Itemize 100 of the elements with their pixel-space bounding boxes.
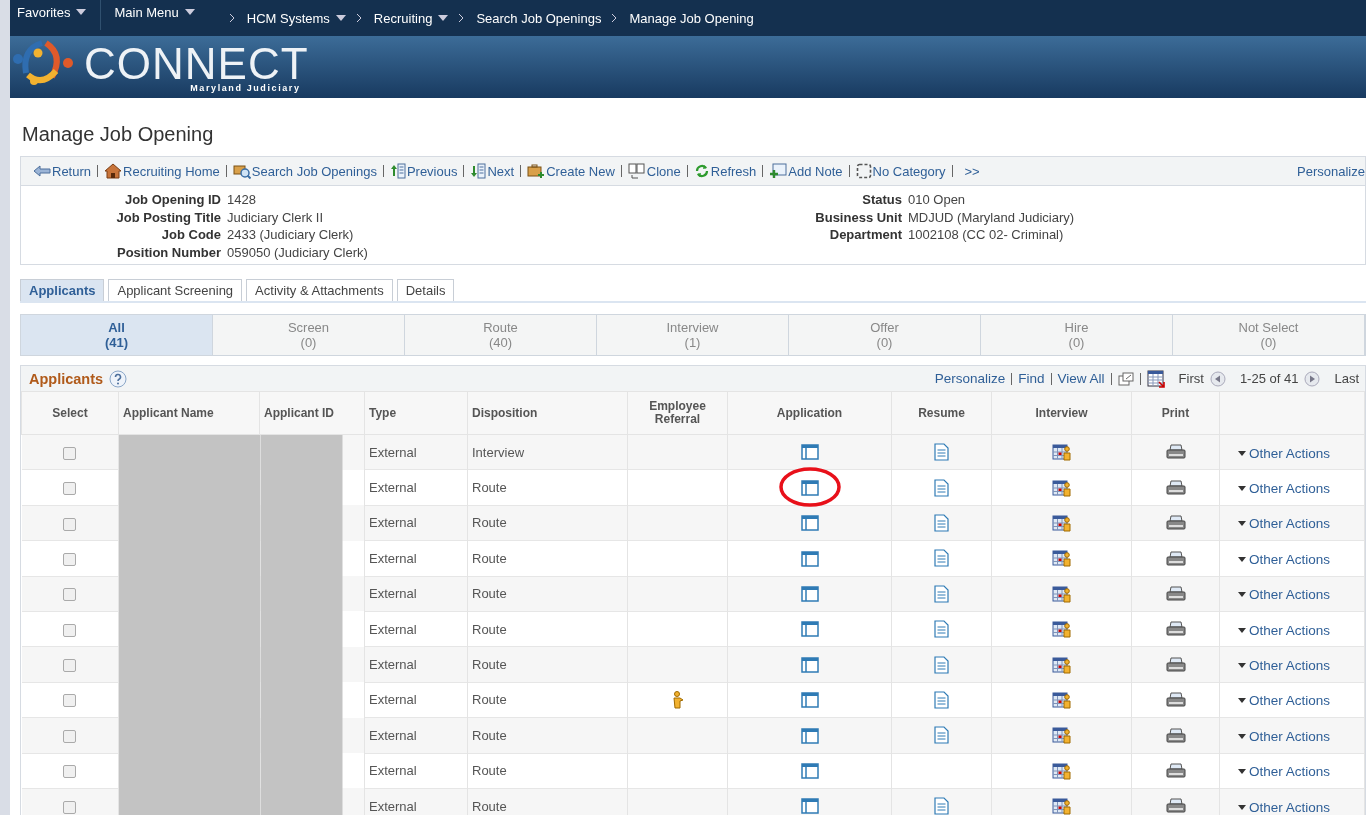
checkbox[interactable]	[63, 623, 77, 637]
printer-icon[interactable]	[1165, 727, 1186, 744]
toolbar-link[interactable]: Add Note	[769, 163, 843, 179]
tab[interactable]: Applicants	[20, 279, 105, 301]
application-window-icon[interactable]	[800, 763, 819, 779]
application-window-icon[interactable]	[800, 444, 819, 461]
application-window-icon[interactable]	[800, 621, 819, 638]
printer-icon[interactable]	[1165, 550, 1186, 567]
printer-icon[interactable]	[1165, 692, 1186, 709]
spreadsheet-download-icon[interactable]	[1146, 369, 1165, 388]
toolbar-link[interactable]: Clone	[627, 163, 681, 179]
checkbox[interactable]	[63, 729, 77, 743]
toolbar-link[interactable]: Create New	[527, 163, 615, 179]
checkbox[interactable]	[63, 694, 77, 708]
calendar-person-icon[interactable]	[1051, 690, 1072, 709]
toolbar-link[interactable]: Refresh	[693, 163, 757, 179]
calendar-person-icon[interactable]	[1051, 478, 1072, 497]
calendar-person-icon[interactable]	[1051, 761, 1072, 780]
document-icon[interactable]	[934, 584, 949, 603]
grid-link[interactable]: Personalize	[934, 371, 1006, 386]
application-window-icon[interactable]	[800, 550, 819, 567]
document-icon[interactable]	[934, 620, 949, 639]
house-icon	[104, 163, 123, 179]
calendar-person-icon[interactable]	[1051, 584, 1072, 603]
checkbox[interactable]	[63, 800, 77, 814]
toolbar-link[interactable]: Next	[470, 163, 515, 179]
next-page-icon[interactable]	[1304, 370, 1321, 387]
breadcrumb-menu[interactable]: Recruiting	[373, 10, 449, 26]
printer-icon[interactable]	[1165, 515, 1186, 532]
nav-menu[interactable]: Favorites	[10, 0, 102, 30]
stage-filter[interactable]: All (41)	[21, 315, 213, 355]
breadcrumb-link[interactable]: Search Job Openings	[476, 10, 602, 26]
printer-icon[interactable]	[1165, 763, 1186, 779]
help-icon	[109, 369, 128, 388]
document-icon[interactable]	[934, 549, 949, 568]
previous-page-icon[interactable]	[1209, 370, 1226, 387]
checkbox[interactable]	[63, 588, 77, 602]
nav-menu[interactable]: Main Menu	[107, 0, 225, 30]
tab[interactable]: Applicant Screening	[108, 279, 243, 301]
tab[interactable]: Activity & Attachments	[246, 279, 393, 301]
other-actions-menu[interactable]: Other Actions	[1238, 481, 1331, 497]
other-actions-menu[interactable]: Other Actions	[1238, 551, 1331, 567]
tab[interactable]: Details	[396, 279, 455, 301]
checkbox[interactable]	[63, 659, 77, 673]
application-window-icon[interactable]	[800, 586, 819, 603]
document-icon[interactable]	[934, 655, 949, 674]
document-icon[interactable]	[934, 478, 949, 497]
document-icon[interactable]	[934, 513, 949, 532]
stage-filter[interactable]: Screen (0)	[213, 315, 405, 355]
document-icon[interactable]	[934, 726, 949, 745]
checkbox[interactable]	[63, 765, 77, 779]
stage-filter[interactable]: Interview (1)	[597, 315, 789, 355]
checkbox[interactable]	[63, 482, 77, 496]
toolbar-link[interactable]: Search Job Openings	[232, 163, 377, 179]
breadcrumb-menu[interactable]: HCM Systems	[246, 10, 346, 26]
stage-filter[interactable]: Offer (0)	[789, 315, 981, 355]
application-window-icon[interactable]	[800, 656, 819, 673]
new-window-icon[interactable]	[1117, 371, 1134, 386]
toolbar-link[interactable]: >>	[964, 163, 980, 179]
person-pointing-icon[interactable]	[671, 690, 684, 709]
document-icon[interactable]	[934, 797, 949, 815]
document-icon[interactable]	[934, 690, 949, 709]
application-window-icon[interactable]	[800, 727, 819, 744]
other-actions-menu[interactable]: Other Actions	[1238, 764, 1331, 780]
stage-filter[interactable]: Not Select (0)	[1173, 315, 1365, 355]
grid-link[interactable]: Find	[1018, 371, 1045, 386]
toolbar-link[interactable]: No Category	[855, 163, 946, 179]
printer-icon[interactable]	[1165, 586, 1186, 603]
calendar-person-icon[interactable]	[1051, 726, 1072, 745]
application-window-icon[interactable]	[800, 515, 819, 532]
calendar-person-icon[interactable]	[1051, 797, 1072, 815]
calendar-person-icon[interactable]	[1051, 549, 1072, 568]
printer-icon[interactable]	[1165, 444, 1186, 461]
grid-link[interactable]: View All	[1057, 371, 1105, 386]
printer-icon[interactable]	[1165, 621, 1186, 638]
calendar-person-icon[interactable]	[1051, 620, 1072, 639]
application-window-icon[interactable]	[800, 692, 819, 709]
printer-icon[interactable]	[1165, 479, 1186, 496]
checkbox[interactable]	[63, 552, 77, 566]
other-actions-menu[interactable]: Other Actions	[1238, 622, 1331, 638]
application-window-icon[interactable]	[800, 479, 819, 496]
column-header: Employee Referral	[649, 399, 706, 426]
checkbox[interactable]	[63, 517, 77, 531]
breadcrumb-link[interactable]: Manage Job Opening	[629, 10, 754, 26]
calendar-person-icon[interactable]	[1051, 443, 1072, 462]
application-window-icon[interactable]	[800, 798, 819, 815]
toolbar-link[interactable]: Return	[33, 163, 92, 179]
stage-filter[interactable]: Route (40)	[405, 315, 597, 355]
toolbar-link[interactable]: Previous	[389, 163, 458, 179]
up-arrow-list-icon	[389, 163, 406, 179]
printer-icon[interactable]	[1165, 656, 1186, 673]
calendar-person-icon[interactable]	[1051, 513, 1072, 532]
stage-filter[interactable]: Hire (0)	[981, 315, 1173, 355]
printer-icon[interactable]	[1165, 798, 1186, 815]
other-actions-menu[interactable]: Other Actions	[1238, 693, 1331, 709]
calendar-person-icon[interactable]	[1051, 655, 1072, 674]
toolbar-link[interactable]: Recruiting Home	[104, 163, 220, 179]
document-icon[interactable]	[934, 443, 949, 462]
checkbox[interactable]	[63, 446, 77, 460]
personalize-link[interactable]: Personalize	[1297, 163, 1365, 179]
